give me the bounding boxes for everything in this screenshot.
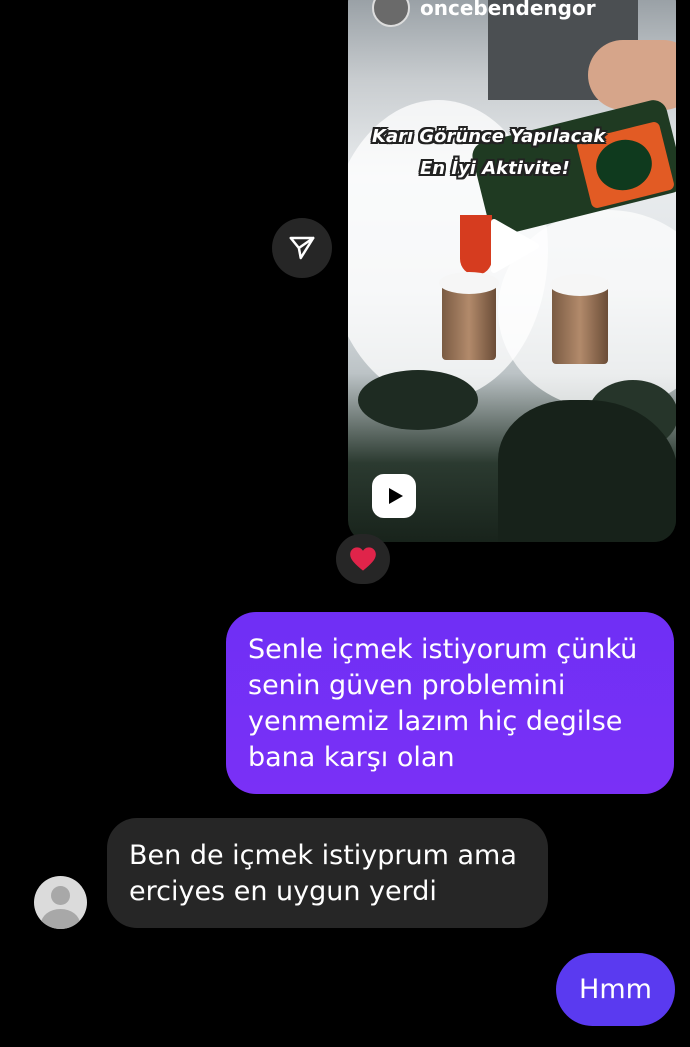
avatar-head — [51, 886, 70, 905]
sender-avatar[interactable] — [34, 876, 87, 929]
heart-icon — [350, 547, 376, 571]
message-reaction[interactable] — [336, 534, 390, 584]
reel-caption-line-2: En İyi Aktivite! — [420, 158, 570, 179]
reel-plant — [358, 370, 478, 430]
author-username[interactable]: oncebendengor — [420, 0, 596, 20]
reel-play-icon[interactable] — [372, 474, 416, 518]
outgoing-message[interactable]: Hmm — [556, 953, 675, 1026]
incoming-message[interactable]: Ben de içmek istiyprum ama erciyes en uy… — [107, 818, 548, 928]
reel-cup — [552, 284, 608, 364]
share-button[interactable] — [272, 218, 332, 278]
send-icon — [289, 236, 315, 260]
avatar-body — [41, 909, 80, 929]
reel-caption-line-1: Karı Görünce Yapılacak — [372, 126, 606, 147]
shared-reel-card[interactable]: Karı Görünce Yapılacak En İyi Aktivite! — [348, 0, 676, 542]
reel-hand — [588, 40, 676, 110]
author-avatar[interactable] — [372, 0, 410, 27]
outgoing-message[interactable]: Senle içmek istiyorum çünkü senin güven … — [226, 612, 674, 794]
reel-cup-snow — [550, 274, 610, 296]
reel-plant — [498, 400, 676, 542]
reel-author[interactable]: oncebendengor — [372, 0, 596, 27]
play-icon[interactable] — [488, 218, 540, 274]
reel-cup-snow — [439, 272, 499, 294]
